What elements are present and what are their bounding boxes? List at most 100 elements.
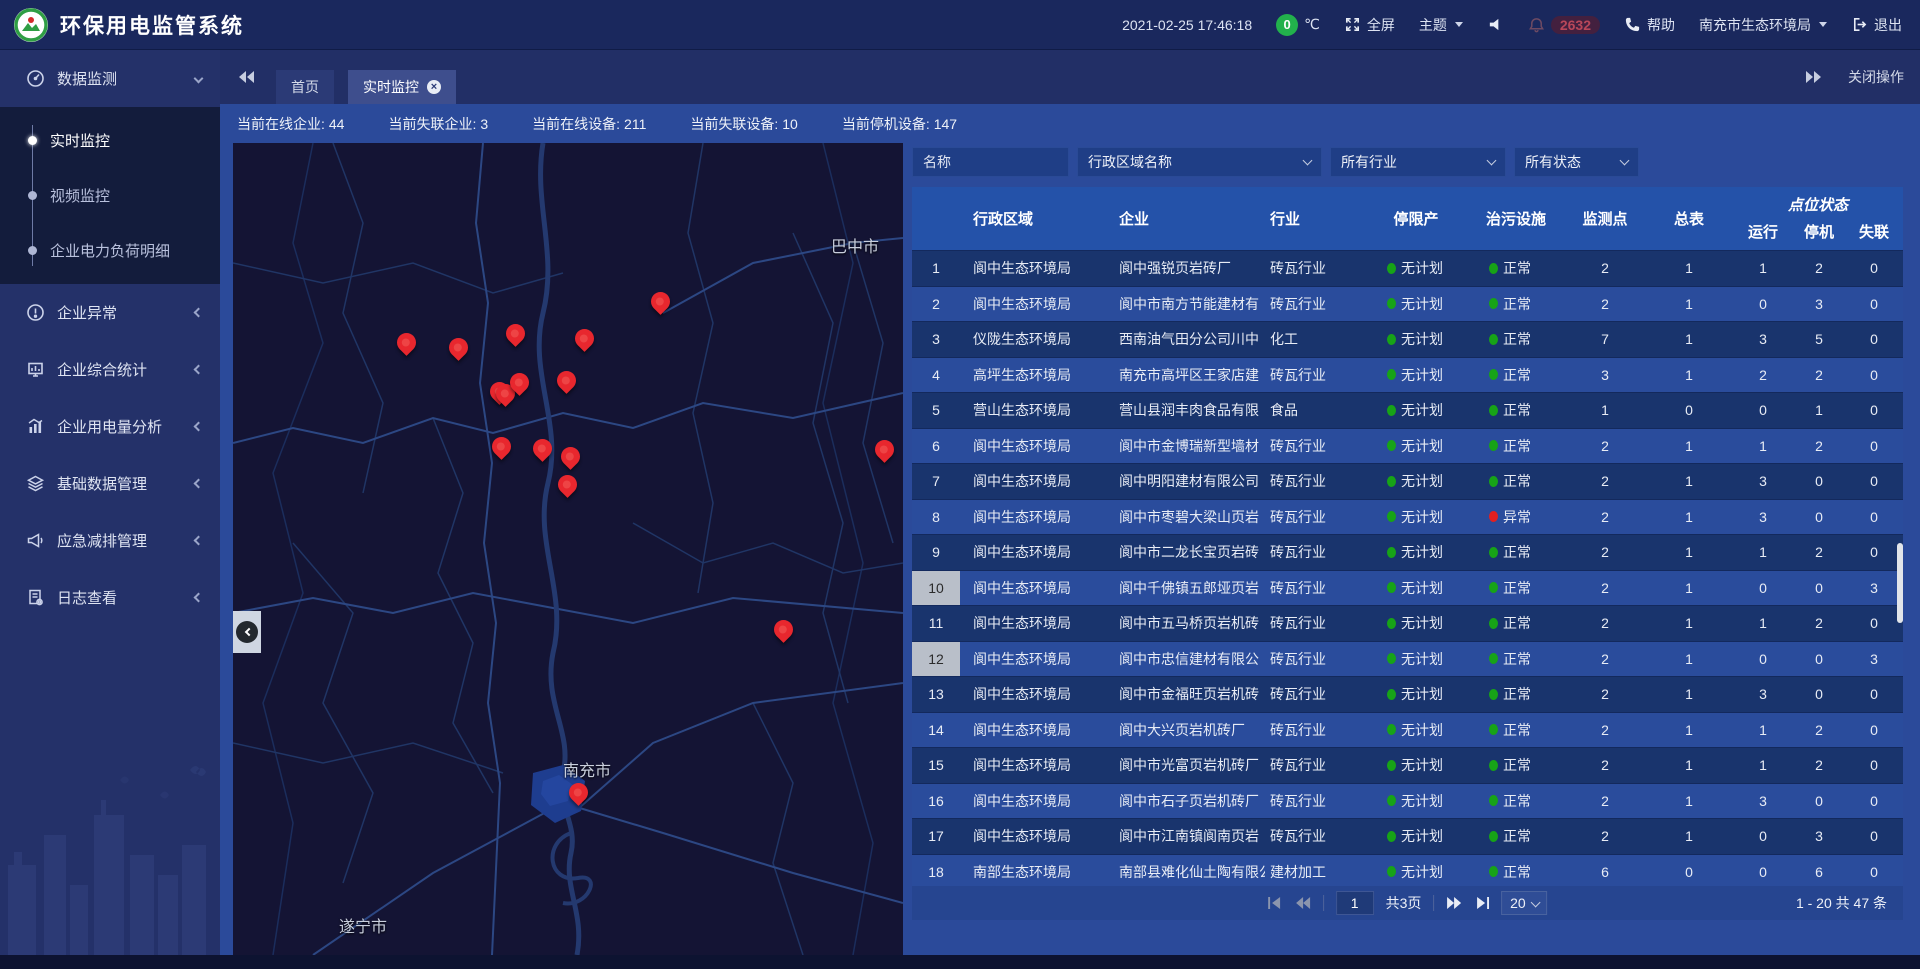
row-index: 6 <box>912 429 960 464</box>
speaker-icon <box>1487 16 1504 33</box>
last-page-button[interactable] <box>1474 897 1489 909</box>
sidebar-item-power-load-detail[interactable]: 企业电力负荷明细 <box>0 223 220 278</box>
table-row[interactable]: 15 阆中生态环境局 阆中市光富页岩机砖厂 砖瓦行业 无计划 正常 2 1 1 … <box>912 747 1903 783</box>
cell-lost: 0 <box>1845 606 1903 641</box>
tab-realtime-monitor[interactable]: 实时监控 × <box>348 70 456 104</box>
table-row[interactable]: 6 阆中生态环境局 阆中市金博瑞新型墙材 砖瓦行业 无计划 正常 2 1 1 2… <box>912 428 1903 464</box>
table-row[interactable]: 18 南部生态环境局 南部县难化仙土陶有限公 建材加工 无计划 正常 6 0 0… <box>912 854 1903 887</box>
cell-points: 2 <box>1565 251 1645 286</box>
sound-button[interactable] <box>1487 16 1504 33</box>
cell-region: 阆中生态环境局 <box>960 748 1110 783</box>
cell-facility: 正常 <box>1467 713 1565 748</box>
row-index: 4 <box>912 358 960 393</box>
status-dot <box>1489 618 1498 629</box>
sidebar-group-data-monitor[interactable]: 数据监测 <box>0 50 220 107</box>
name-filter-input[interactable] <box>912 147 1069 177</box>
cell-limit: 无计划 <box>1365 464 1467 499</box>
table-row[interactable]: 4 高坪生态环境局 南充市高坪区王家店建 砖瓦行业 无计划 正常 3 1 2 2… <box>912 357 1903 393</box>
next-page-button[interactable] <box>1446 897 1462 909</box>
tab-close-icon[interactable]: × <box>427 80 441 94</box>
page-number-input[interactable] <box>1336 891 1374 915</box>
tab-home[interactable]: 首页 <box>276 70 334 104</box>
prev-page-button[interactable] <box>1295 897 1311 909</box>
sidebar-item-realtime-monitor[interactable]: 实时监控 <box>0 113 220 168</box>
pager-divider <box>1433 895 1434 911</box>
cell-meters: 1 <box>1645 784 1733 819</box>
sidebar-group-company-abnormal[interactable]: 企业异常 <box>0 284 220 341</box>
col-limit: 停限产 <box>1365 187 1467 250</box>
org-dropdown[interactable]: 南充市生态环境局 <box>1699 15 1827 35</box>
sidebar-group-emergency[interactable]: 应急减排管理 <box>0 512 220 569</box>
table-row[interactable]: 7 阆中生态环境局 阆中明阳建材有限公司 砖瓦行业 无计划 正常 2 1 3 0… <box>912 463 1903 499</box>
table-row[interactable]: 8 阆中生态环境局 阆中市枣碧大梁山页岩 砖瓦行业 无计划 异常 2 1 3 0… <box>912 499 1903 535</box>
status-dot <box>1387 760 1396 771</box>
theme-dropdown[interactable]: 主题 <box>1419 15 1463 35</box>
page-size-select[interactable]: 20 <box>1501 891 1547 915</box>
sidebar-collapse-handle[interactable] <box>233 611 261 653</box>
sidebar-group-base-data[interactable]: 基础数据管理 <box>0 455 220 512</box>
cell-limit: 无计划 <box>1365 571 1467 606</box>
tabs-scroll-left-button[interactable] <box>238 70 256 89</box>
cell-region: 阆中生态环境局 <box>960 606 1110 641</box>
cell-industry: 砖瓦行业 <box>1265 500 1365 535</box>
col-industry: 行业 <box>1265 187 1365 250</box>
region-filter-dropdown[interactable]: 行政区域名称 <box>1077 147 1322 177</box>
double-chevron-right-icon[interactable] <box>1804 70 1822 84</box>
tab-bar: 首页 实时监控 × 关闭操作 <box>220 50 1920 104</box>
table-row[interactable]: 12 阆中生态环境局 阆中市忠信建材有限公 砖瓦行业 无计划 正常 2 1 0 … <box>912 641 1903 677</box>
table-scrollbar-thumb[interactable] <box>1897 543 1903 623</box>
sidebar-group-company-stats[interactable]: 企业综合统计 <box>0 341 220 398</box>
logout-button[interactable]: 退出 <box>1851 15 1902 35</box>
cell-facility: 正常 <box>1467 251 1565 286</box>
table-row[interactable]: 10 阆中生态环境局 阆中千佛镇五郎垭页岩 砖瓦行业 无计划 正常 2 1 0 … <box>912 570 1903 606</box>
chevron-left-icon <box>194 308 204 318</box>
table-row[interactable]: 13 阆中生态环境局 阆中市金福旺页岩机砖 砖瓦行业 无计划 正常 2 1 3 … <box>912 676 1903 712</box>
table-row[interactable]: 5 营山生态环境局 营山县润丰肉食品有限 食品 无计划 正常 1 0 0 1 0 <box>912 392 1903 428</box>
table-row[interactable]: 14 阆中生态环境局 阆中大兴页岩机砖厂 砖瓦行业 无计划 正常 2 1 1 2… <box>912 712 1903 748</box>
row-index: 7 <box>912 464 960 499</box>
app-root: 环保用电监管系统 2021-02-25 17:46:18 0 ℃ 全屏 主题 <box>0 0 1920 969</box>
table-row[interactable]: 11 阆中生态环境局 阆中市五马桥页岩机砖 砖瓦行业 无计划 正常 2 1 1 … <box>912 605 1903 641</box>
status-dot <box>1489 795 1498 806</box>
close-operations-button[interactable]: 关闭操作 <box>1848 67 1904 87</box>
sidebar-item-video-monitor[interactable]: 视频监控 <box>0 168 220 223</box>
notifications[interactable]: 2632 <box>1528 16 1600 34</box>
cell-stop: 5 <box>1793 322 1845 357</box>
cell-company: 西南油气田分公司川中 <box>1110 322 1265 357</box>
table-row[interactable]: 3 仪陇生态环境局 西南油气田分公司川中 化工 无计划 正常 7 1 3 5 0 <box>912 321 1903 357</box>
cell-stop: 2 <box>1793 429 1845 464</box>
cell-points: 2 <box>1565 677 1645 712</box>
cell-lost: 0 <box>1845 819 1903 854</box>
cell-lost: 0 <box>1845 500 1903 535</box>
table-row[interactable]: 2 阆中生态环境局 阆中市南方节能建材有 砖瓦行业 无计划 正常 2 1 0 3… <box>912 286 1903 322</box>
row-index: 16 <box>912 784 960 819</box>
cell-lost: 0 <box>1845 287 1903 322</box>
sidebar-group-logs[interactable]: 日志查看 <box>0 569 220 626</box>
fullscreen-button[interactable]: 全屏 <box>1344 15 1395 35</box>
fullscreen-icon <box>1344 16 1361 33</box>
timeline-dot <box>28 136 37 145</box>
sidebar-group-power-analysis[interactable]: 企业用电量分析 <box>0 398 220 455</box>
cell-points: 2 <box>1565 535 1645 570</box>
industry-filter-dropdown[interactable]: 所有行业 <box>1330 147 1506 177</box>
table-row[interactable]: 17 阆中生态环境局 阆中市江南镇阆南页岩 砖瓦行业 无计划 正常 2 1 0 … <box>912 818 1903 854</box>
cell-region: 阆中生态环境局 <box>960 642 1110 677</box>
map-panel[interactable]: 巴中市 南充市 遂宁市 <box>233 143 903 955</box>
status-dot <box>1489 334 1498 345</box>
status-filter-dropdown[interactable]: 所有状态 <box>1514 147 1639 177</box>
cell-limit: 无计划 <box>1365 429 1467 464</box>
cell-meters: 1 <box>1645 642 1733 677</box>
cell-region: 阆中生态环境局 <box>960 535 1110 570</box>
row-index: 14 <box>912 713 960 748</box>
table-row[interactable]: 9 阆中生态环境局 阆中市二龙长宝页岩砖 砖瓦行业 无计划 正常 2 1 1 2… <box>912 534 1903 570</box>
cell-meters: 1 <box>1645 748 1733 783</box>
help-button[interactable]: 帮助 <box>1624 15 1675 35</box>
chevron-left-icon <box>194 536 204 546</box>
first-page-button[interactable] <box>1268 897 1283 909</box>
table-row[interactable]: 1 阆中生态环境局 阆中强锐页岩砖厂 砖瓦行业 无计划 正常 2 1 1 2 0 <box>912 250 1903 286</box>
chevron-down-icon <box>1819 22 1827 27</box>
table-header: 行政区域 企业 行业 停限产 治污设施 监测点 总表 点位状态 运行 停机 失联 <box>912 187 1903 250</box>
status-dot <box>1387 476 1396 487</box>
table-row[interactable]: 16 阆中生态环境局 阆中市石子页岩机砖厂 砖瓦行业 无计划 正常 2 1 3 … <box>912 783 1903 819</box>
cell-industry: 砖瓦行业 <box>1265 251 1365 286</box>
